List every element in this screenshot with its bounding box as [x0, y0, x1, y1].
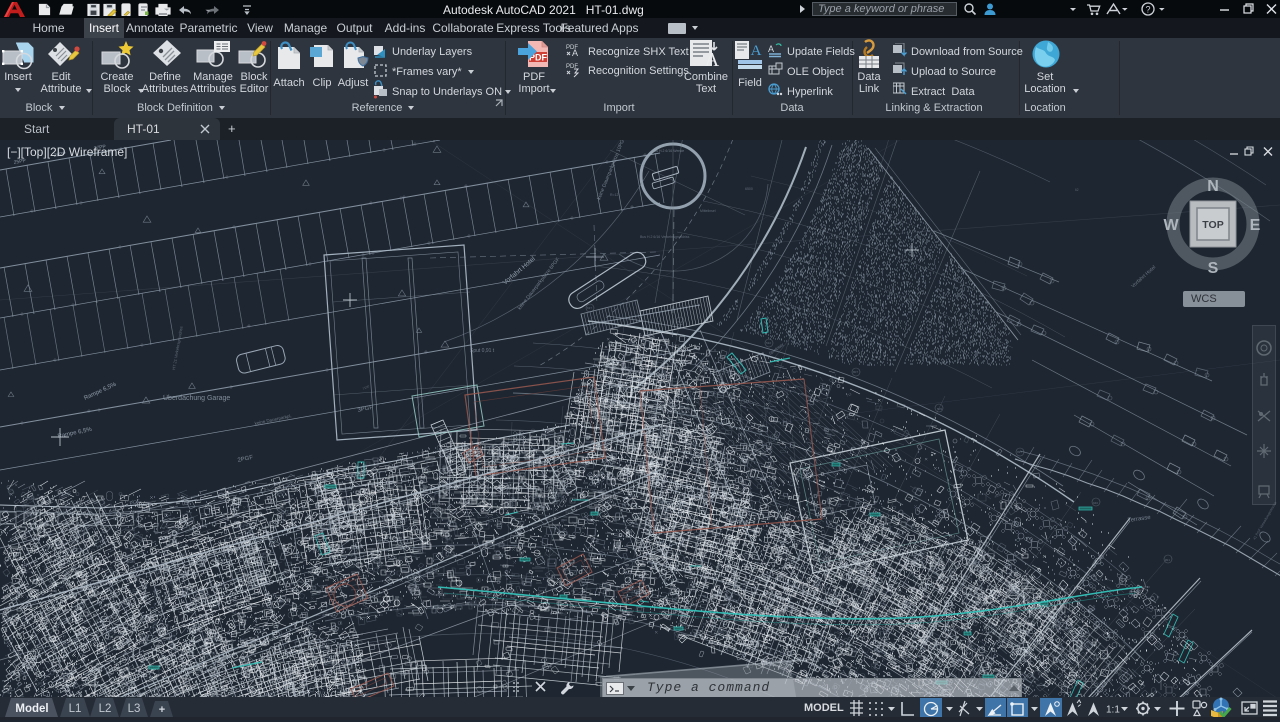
svg-text:keine Dauerparkpl.: keine Dauerparkpl. — [254, 413, 292, 426]
svg-text:Bus H.2 6/16 Wende: Bus H.2 6/16 Wende — [652, 149, 684, 153]
svg-text:7100: 7100 — [362, 384, 370, 391]
svg-text:47: 47 — [1010, 319, 1015, 324]
svg-text:731: 731 — [677, 320, 682, 324]
svg-text:HT 21 Verkehrsgrundriss: HT 21 Verkehrsgrundriss — [171, 326, 184, 370]
svg-text:Bus H.2 6/16 Verkehrsgrundriss: Bus H.2 6/16 Verkehrsgrundriss — [640, 235, 690, 239]
svg-text:Rampe 6,5%: Rampe 6,5% — [83, 381, 118, 401]
svg-text:A: A — [705, 49, 720, 71]
svg-text:6255: 6255 — [234, 578, 241, 582]
svg-text:PGF: PGF — [129, 499, 140, 507]
svg-text:41 PGF Verwaltungsstrasse: 41 PGF Verwaltungsstrasse — [1252, 501, 1277, 541]
svg-text:N: N — [1207, 178, 1219, 195]
svg-text:+: + — [159, 704, 165, 716]
svg-text:A: A — [572, 48, 578, 58]
svg-text:Vorfahrt Hotel: Vorfahrt Hotel — [1130, 265, 1157, 290]
svg-text:Rampe 6,5%: Rampe 6,5% — [57, 427, 93, 440]
svg-text:0399: 0399 — [191, 640, 198, 644]
svg-text:Überdachung Garage: Überdachung Garage — [163, 394, 230, 402]
svg-text:03: 03 — [202, 586, 206, 590]
svg-text:921: 921 — [1165, 558, 1170, 562]
svg-text:3PGF: 3PGF — [357, 405, 374, 414]
svg-text:637: 637 — [587, 306, 592, 310]
svg-text:?: ? — [1145, 5, 1150, 15]
svg-text:532: 532 — [766, 341, 771, 345]
svg-text:997: 997 — [1017, 450, 1022, 454]
svg-text:L1: L1 — [69, 703, 82, 715]
svg-text:Terrasse: Terrasse — [1127, 515, 1151, 524]
svg-text:W: W — [1163, 217, 1179, 234]
svg-text:712: 712 — [846, 392, 853, 398]
svg-text:Model: Model — [15, 703, 48, 715]
svg-text:25PP: 25PP — [13, 158, 27, 166]
svg-text:071: 071 — [644, 443, 651, 449]
svg-text:83: 83 — [31, 496, 35, 500]
svg-text:6500: 6500 — [745, 187, 753, 191]
svg-text:A: A — [751, 43, 762, 59]
svg-text:62: 62 — [1075, 188, 1079, 192]
svg-text:10: 10 — [233, 619, 238, 623]
svg-text:Mittelinsel: Mittelinsel — [700, 209, 716, 213]
svg-text:Sput 0,91 t: Sput 0,91 t — [470, 348, 495, 354]
svg-text:A: A — [768, 44, 774, 54]
svg-text:L3: L3 — [128, 703, 141, 715]
svg-text:L2: L2 — [99, 703, 112, 715]
svg-text:1478: 1478 — [118, 561, 125, 565]
svg-text:2PGF: 2PGF — [237, 455, 254, 464]
svg-text:Vorfahrt Hotel: Vorfahrt Hotel — [502, 255, 537, 286]
svg-text:keine Dauerparkplätze 10PGF: keine Dauerparkplätze 10PGF — [596, 140, 627, 201]
svg-text:940: 940 — [1093, 501, 1098, 505]
svg-text:1:1: 1:1 — [1106, 705, 1120, 716]
svg-text:13: 13 — [560, 518, 565, 523]
svg-text:807: 807 — [853, 370, 858, 374]
svg-text:S: S — [1208, 260, 1219, 274]
svg-text:TOP: TOP — [1202, 219, 1223, 231]
svg-text:E: E — [1250, 217, 1261, 234]
svg-text:86: 86 — [48, 654, 53, 658]
svg-text:7333: 7333 — [128, 560, 135, 564]
svg-text:R=12: R=12 — [610, 193, 619, 197]
svg-text:509: 509 — [937, 407, 942, 411]
